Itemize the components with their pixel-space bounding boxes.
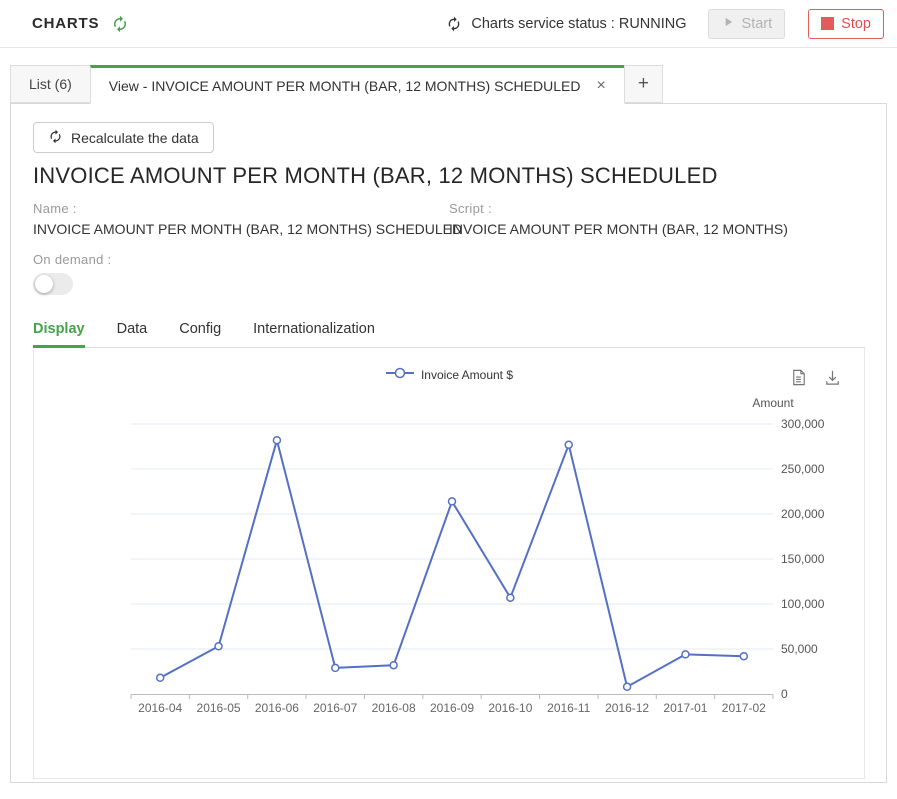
stop-button-label: Stop: [841, 16, 871, 32]
tab-config[interactable]: Config: [179, 313, 221, 348]
name-value: INVOICE AMOUNT PER MONTH (BAR, 12 MONTHS…: [33, 221, 449, 237]
close-tab-icon[interactable]: ×: [596, 78, 605, 94]
start-button[interactable]: Start: [708, 9, 786, 39]
script-value: INVOICE AMOUNT PER MONTH (BAR, 12 MONTHS…: [449, 221, 788, 237]
svg-text:2017-02: 2017-02: [722, 701, 766, 715]
recalculate-button-label: Recalculate the data: [71, 130, 199, 146]
tab-internationalization[interactable]: Internationalization: [253, 313, 375, 348]
name-label: Name :: [33, 201, 449, 216]
toggle-knob: [35, 275, 53, 293]
line-chart: 2016-04 2016-05 2016-06 2016-07 2016-08 2016-…: [34, 348, 866, 777]
on-demand-label: On demand :: [33, 252, 865, 267]
legend-line-marker-icon: [385, 366, 415, 384]
app-header: CHARTS Charts service status : RUNNING S…: [0, 0, 897, 48]
refresh-charts-icon[interactable]: [111, 15, 129, 33]
name-field: Name : INVOICE AMOUNT PER MONTH (BAR, 12…: [33, 201, 449, 237]
tab-bar: List (6) View - INVOICE AMOUNT PER MONTH…: [0, 65, 897, 103]
header-left: CHARTS: [32, 15, 129, 33]
header-right: Charts service status : RUNNING Start St…: [446, 9, 884, 39]
data-view-icon[interactable]: [789, 368, 808, 392]
svg-text:Amount: Amount: [752, 396, 794, 410]
refresh-icon: [48, 129, 63, 147]
app-title: CHARTS: [32, 15, 99, 32]
svg-text:2016-10: 2016-10: [488, 701, 532, 715]
svg-text:2016-05: 2016-05: [197, 701, 241, 715]
tab-list[interactable]: List (6): [10, 65, 91, 103]
svg-text:2016-04: 2016-04: [138, 701, 182, 715]
download-icon[interactable]: [823, 368, 842, 392]
svg-text:2016-09: 2016-09: [430, 701, 474, 715]
stop-icon: [821, 17, 834, 30]
tab-view[interactable]: View - INVOICE AMOUNT PER MONTH (BAR, 12…: [90, 65, 625, 104]
stop-button[interactable]: Stop: [808, 9, 884, 39]
view-subtabs: Display Data Config Internationalization: [33, 313, 865, 348]
svg-text:2016-07: 2016-07: [313, 701, 357, 715]
svg-text:150,000: 150,000: [781, 552, 825, 566]
on-demand-toggle[interactable]: [33, 273, 73, 295]
script-field: Script : INVOICE AMOUNT PER MONTH (BAR, …: [449, 201, 788, 237]
service-status-text: Charts service status : RUNNING: [471, 16, 686, 32]
svg-text:0: 0: [781, 687, 788, 701]
svg-text:100,000: 100,000: [781, 597, 825, 611]
chart-panel: 2016-04 2016-05 2016-06 2016-07 2016-08 2016-…: [33, 348, 865, 779]
legend-label: Invoice Amount $: [421, 368, 513, 382]
page-title: INVOICE AMOUNT PER MONTH (BAR, 12 MONTHS…: [33, 163, 865, 189]
recalculate-button[interactable]: Recalculate the data: [33, 122, 214, 153]
tab-display[interactable]: Display: [33, 313, 85, 348]
svg-text:250,000: 250,000: [781, 462, 825, 476]
svg-text:200,000: 200,000: [781, 507, 825, 521]
fields-row: Name : INVOICE AMOUNT PER MONTH (BAR, 12…: [33, 201, 865, 237]
tab-view-label: View - INVOICE AMOUNT PER MONTH (BAR, 12…: [109, 78, 581, 94]
play-icon: [721, 15, 735, 33]
start-button-label: Start: [742, 16, 773, 32]
tab-list-label: List (6): [29, 76, 72, 92]
svg-text:2016-06: 2016-06: [255, 701, 299, 715]
chart-toolbox: [789, 368, 842, 392]
script-label: Script :: [449, 201, 788, 216]
svg-text:300,000: 300,000: [781, 417, 825, 431]
refresh-status-icon[interactable]: [446, 16, 462, 32]
svg-text:2016-12: 2016-12: [605, 701, 649, 715]
svg-text:2017-01: 2017-01: [663, 701, 707, 715]
legend-item[interactable]: Invoice Amount $: [385, 366, 513, 384]
svg-text:2016-08: 2016-08: [372, 701, 416, 715]
view-panel: Recalculate the data INVOICE AMOUNT PER …: [10, 103, 887, 783]
tab-data[interactable]: Data: [117, 313, 148, 348]
svg-text:50,000: 50,000: [781, 642, 818, 656]
on-demand-field: On demand :: [33, 252, 865, 295]
add-tab-button[interactable]: +: [624, 65, 663, 103]
svg-text:2016-11: 2016-11: [547, 701, 590, 715]
